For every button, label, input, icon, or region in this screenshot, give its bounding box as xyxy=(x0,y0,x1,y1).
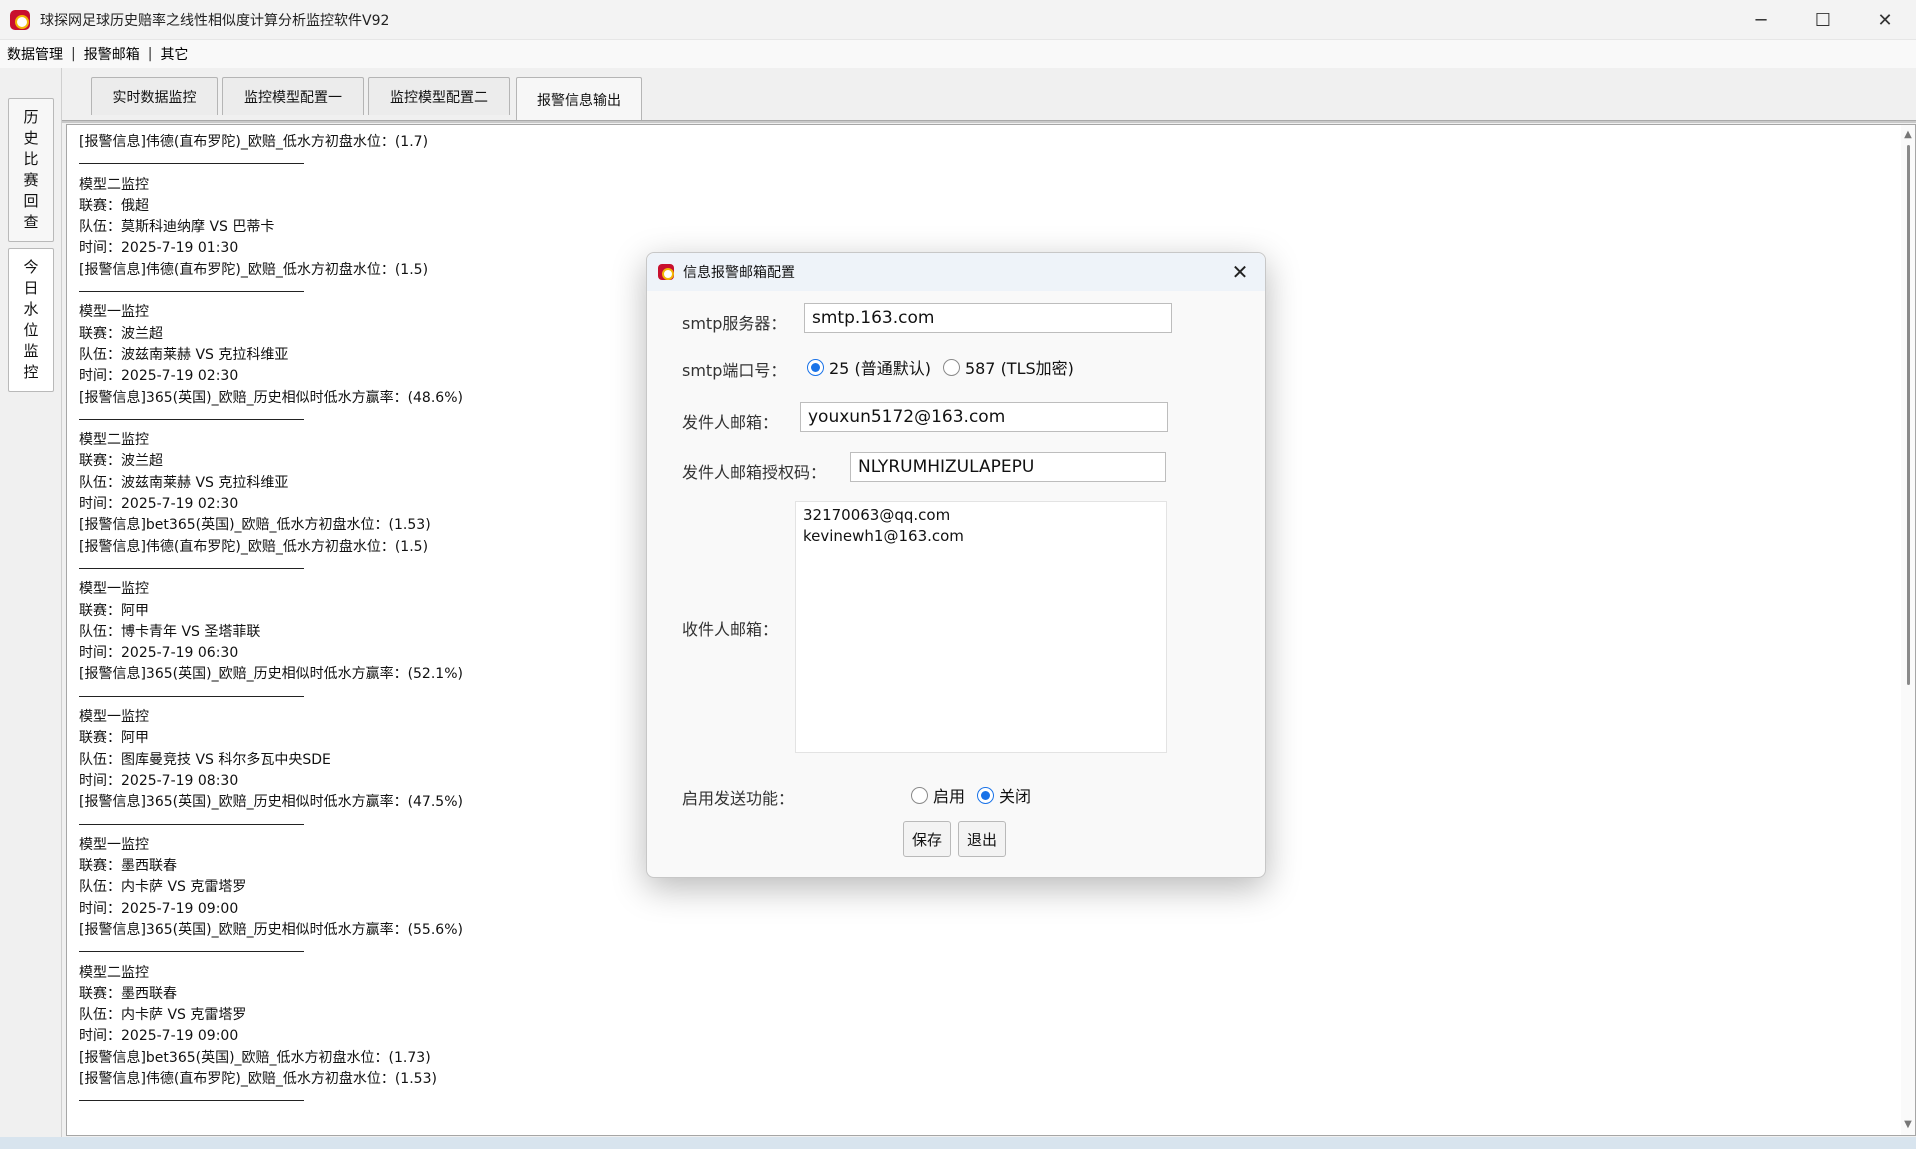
log-separator xyxy=(79,941,1859,962)
close-button[interactable]: ✕ xyxy=(1854,0,1916,40)
enable-send-label: 启用发送功能： xyxy=(682,789,795,808)
port-587-radio[interactable] xyxy=(942,358,960,376)
port-587-label[interactable]: 587 (TLS加密) xyxy=(965,355,1074,379)
exit-button[interactable]: 退出 xyxy=(958,821,1006,857)
log-line: [报警信息]365(英国)_欧赔_历史相似时低水方赢率：(55.6%) xyxy=(79,921,463,938)
recipients-label: 收件人邮箱： xyxy=(682,620,779,639)
dialog-app-icon xyxy=(658,264,674,280)
side-tab-history-review[interactable]: 历 史 比 赛 回 查 xyxy=(8,98,54,242)
side-tab-char: 史 xyxy=(23,129,39,147)
auth-code-label: 发件人邮箱授权码： xyxy=(682,463,827,482)
log-line: 联赛：墨西联春 xyxy=(79,985,177,1002)
menu-separator: | xyxy=(71,46,76,62)
menu-alert-mailbox[interactable]: 报警邮箱 xyxy=(82,44,142,64)
log-line: 队伍：内卡萨 VS 克雷塔罗 xyxy=(79,1007,247,1024)
log-line: 模型二监控 xyxy=(79,176,149,193)
dialog-title-bar: 信息报警邮箱配置 ✕ xyxy=(647,253,1265,291)
port-25-label[interactable]: 25 (普通默认) xyxy=(829,355,931,379)
app-logo-icon xyxy=(10,9,30,30)
log-line: 模型二监控 xyxy=(79,964,149,981)
side-tab-today-water-level[interactable]: 今 日 水 位 监 控 xyxy=(8,248,54,392)
recipient-email: 32170063@qq.com xyxy=(803,506,951,524)
side-tab-char: 水 xyxy=(23,300,39,318)
tab-alert-output[interactable]: 报警信息输出 xyxy=(516,77,642,121)
tab-bar: 实时数据监控 监控模型配置一 监控模型配置二 报警信息输出 xyxy=(62,68,1916,122)
log-line: [报警信息]伟德(直布罗陀)_欧赔_低水方初盘水位：(1.53) xyxy=(79,1071,437,1088)
tab-model-config-2[interactable]: 监控模型配置二 xyxy=(368,77,510,115)
menu-other[interactable]: 其它 xyxy=(158,44,190,64)
side-tab-panel: 历 史 比 赛 回 查 今 日 水 位 监 控 xyxy=(0,68,62,1149)
port-25-radio[interactable] xyxy=(807,358,824,376)
menu-data-management[interactable]: 数据管理 xyxy=(5,44,65,64)
log-line: [报警信息]伟德(直布罗陀)_欧赔_低水方初盘水位：(1.7) xyxy=(79,134,429,150)
recipient-email: kevinewh1@163.com xyxy=(803,527,964,545)
side-tab-char: 比 xyxy=(23,150,39,168)
title-bar: 球探网足球历史赔率之线性相似度计算分析监控软件V92 ─ ☐ ✕ xyxy=(0,0,1916,40)
enable-send-radio-group: 启用 关闭 xyxy=(911,783,1043,807)
log-separator xyxy=(79,153,1859,174)
enable-on-label[interactable]: 启用 xyxy=(933,783,965,807)
taskbar-strip xyxy=(0,1137,1916,1149)
side-tab-char: 历 xyxy=(23,108,39,126)
menu-separator: | xyxy=(147,46,153,62)
smtp-server-label: smtp服务器： xyxy=(682,314,787,333)
tab-model-config-1[interactable]: 监控模型配置一 xyxy=(222,77,364,115)
recipients-textarea[interactable]: 32170063@qq.com kevinewh1@163.com xyxy=(795,501,1167,753)
log-separator xyxy=(79,1090,1859,1111)
smtp-port-radio-group: 25 (普通默认) 587 (TLS加密) xyxy=(807,355,1086,379)
window-title: 球探网足球历史赔率之线性相似度计算分析监控软件V92 xyxy=(40,12,390,29)
dialog-title: 信息报警邮箱配置 xyxy=(683,265,795,281)
scroll-down-arrow-icon[interactable]: ▼ xyxy=(1903,1119,1913,1131)
window-controls: ─ ☐ ✕ xyxy=(1730,0,1916,40)
side-tab-char: 位 xyxy=(23,321,39,339)
enable-off-label[interactable]: 关闭 xyxy=(999,783,1031,807)
save-button[interactable]: 保存 xyxy=(903,821,951,857)
smtp-port-label: smtp端口号： xyxy=(682,361,787,380)
log-scrollbar[interactable]: ▲ ▼ xyxy=(1901,125,1915,1135)
dialog-close-icon[interactable]: ✕ xyxy=(1227,259,1253,285)
log-line: 联赛：俄超 xyxy=(79,197,149,214)
menu-bar: 数据管理 | 报警邮箱 | 其它 xyxy=(0,40,1916,68)
log-line: 队伍：内卡萨 VS 克雷塔罗 xyxy=(79,879,247,896)
minimize-button[interactable]: ─ xyxy=(1730,0,1792,40)
scroll-up-arrow-icon[interactable]: ▲ xyxy=(1903,129,1913,141)
log-line: 时间：2025-7-19 09:00 xyxy=(79,1028,239,1045)
side-tab-char: 今 xyxy=(23,258,39,276)
sender-email-label: 发件人邮箱： xyxy=(682,413,779,432)
enable-off-radio[interactable] xyxy=(977,786,995,804)
log-line: [报警信息]bet365(英国)_欧赔_低水方初盘水位：(1.73) xyxy=(79,1049,431,1066)
side-tab-char: 赛 xyxy=(23,171,39,189)
app-window: 球探网足球历史赔率之线性相似度计算分析监控软件V92 ─ ☐ ✕ 数据管理 | … xyxy=(0,0,1916,1149)
maximize-button[interactable]: ☐ xyxy=(1792,0,1854,40)
mail-config-dialog: 信息报警邮箱配置 ✕ smtp服务器： smtp.163.com smtp端口号… xyxy=(646,252,1266,878)
side-tab-char: 控 xyxy=(23,363,39,381)
sender-email-field[interactable]: youxun5172@163.com xyxy=(800,402,1168,432)
tab-realtime-monitor[interactable]: 实时数据监控 xyxy=(91,77,218,115)
auth-code-field[interactable]: NLYRUMHIZULAPEPU xyxy=(850,452,1166,482)
smtp-server-field[interactable]: smtp.163.com xyxy=(804,303,1172,333)
scroll-thumb[interactable] xyxy=(1907,145,1910,685)
tab-divider xyxy=(62,120,1916,123)
side-tab-char: 查 xyxy=(23,213,39,231)
log-line: 时间：2025-7-19 09:00 xyxy=(79,900,239,917)
side-tab-char: 日 xyxy=(23,279,39,297)
enable-on-radio[interactable] xyxy=(911,786,928,804)
side-tab-char: 回 xyxy=(23,192,39,210)
log-line: 队伍：莫斯科迪纳摩 VS 巴蒂卡 xyxy=(79,219,275,236)
side-tab-char: 监 xyxy=(23,342,39,360)
